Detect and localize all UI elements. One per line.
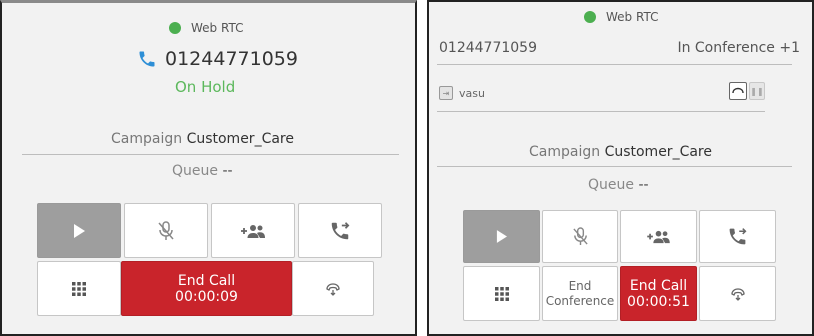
transfer-button[interactable] <box>298 203 382 258</box>
divider <box>437 166 792 167</box>
add-participant-icon <box>647 230 670 244</box>
queue-row: Queue -- <box>172 163 233 179</box>
dialpad-icon <box>72 281 86 296</box>
queue-value: -- <box>638 177 649 193</box>
mute-icon <box>572 227 588 245</box>
phone-icon <box>139 51 155 67</box>
end-call-label: End Call <box>629 277 688 294</box>
dialpad-button[interactable] <box>37 261 121 316</box>
campaign-row: Campaign Customer_Care <box>111 131 294 147</box>
end-conference-button[interactable]: End Conference <box>542 266 618 321</box>
end-call-timer: 00:00:09 <box>175 288 238 305</box>
transfer-button[interactable] <box>699 210 776 263</box>
play-icon <box>496 230 507 243</box>
divider <box>437 111 765 112</box>
softphone-panel-on-hold: Web RTC 01244771059 On Hold Campaign Cus… <box>0 0 417 336</box>
divider <box>22 154 399 155</box>
add-participant-icon <box>241 224 265 238</box>
mute-icon <box>158 220 174 240</box>
phone-number: 01244771059 <box>165 48 298 70</box>
connection-label: Web RTC <box>191 21 244 35</box>
end-conference-label-line2: Conference <box>545 293 615 308</box>
divider <box>437 64 792 65</box>
participant-icon: ⇥ <box>439 86 453 100</box>
softphone-panel-conference: Web RTC 01244771059 In Conference +1 ⇥ v… <box>427 0 814 336</box>
transfer-icon <box>331 221 350 239</box>
queue-label: Queue <box>588 177 634 193</box>
campaign-label: Campaign <box>111 131 183 147</box>
phone-number: 01244771059 <box>439 40 537 56</box>
call-status: On Hold <box>175 78 236 96</box>
queue-row: Queue -- <box>588 177 649 193</box>
queue-value: -- <box>222 163 233 179</box>
participant-name: vasu <box>459 86 485 100</box>
connection-status: Web RTC <box>169 21 243 35</box>
queue-label: Queue <box>172 163 218 179</box>
hangup-icon <box>326 282 340 296</box>
caller-number: 01244771059 <box>137 48 298 70</box>
hangup-button[interactable] <box>292 261 374 316</box>
status-dot-icon <box>169 22 181 34</box>
resume-button[interactable] <box>37 203 121 258</box>
campaign-value: Customer_Care <box>186 131 294 147</box>
participant-row: ⇥ vasu ❚❚ <box>439 80 765 106</box>
end-call-label: End Call <box>177 272 236 289</box>
play-icon <box>74 223 85 238</box>
campaign-row: Campaign Customer_Care <box>529 144 712 160</box>
connection-label: Web RTC <box>606 10 659 24</box>
campaign-label: Campaign <box>529 144 601 160</box>
end-call-button[interactable]: End Call 00:00:09 <box>121 261 292 316</box>
end-call-button[interactable]: End Call 00:00:51 <box>620 266 697 321</box>
dialpad-button[interactable] <box>463 266 540 321</box>
end-conference-label-line1: End <box>568 278 592 293</box>
status-dot-icon <box>584 11 596 23</box>
add-participant-button[interactable] <box>211 203 295 258</box>
hangup-icon <box>730 287 745 301</box>
resume-button[interactable] <box>463 210 540 263</box>
hold-icon: ❚❚ <box>750 86 764 96</box>
mute-button[interactable] <box>124 203 208 258</box>
end-call-timer: 00:00:51 <box>627 293 690 310</box>
participant-hold-button[interactable]: ❚❚ <box>749 82 765 100</box>
transfer-icon <box>729 228 747 245</box>
campaign-value: Customer_Care <box>604 144 712 160</box>
dialpad-icon <box>494 286 509 301</box>
hangup-button[interactable] <box>699 266 776 321</box>
participant-hangup-button[interactable] <box>729 82 747 100</box>
mute-button[interactable] <box>542 210 618 263</box>
add-participant-button[interactable] <box>620 210 697 263</box>
hangup-icon <box>732 87 744 94</box>
conference-status: In Conference +1 <box>677 40 800 56</box>
connection-status: Web RTC <box>584 10 658 24</box>
